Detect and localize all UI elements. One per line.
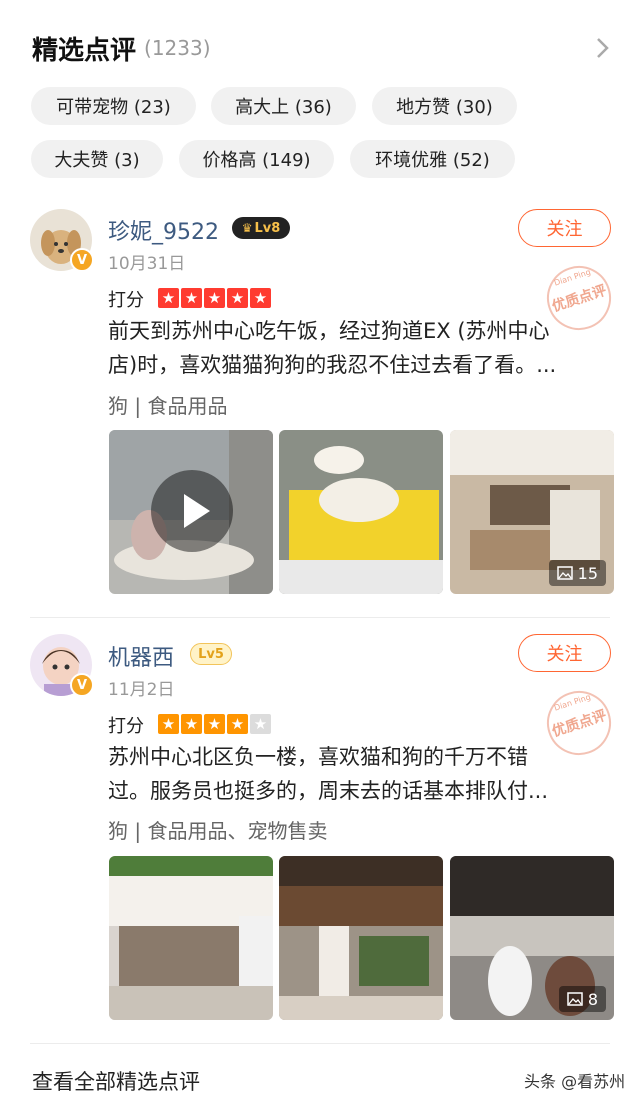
star-empty-icon: ★ (250, 714, 271, 734)
photo-count-badge: 8 (558, 986, 606, 1012)
review-photo[interactable]: 15 (450, 430, 614, 594)
rating-stars: ★ ★ ★ ★ ★ (158, 714, 271, 734)
review-categories: 狗 | 食品用品、宠物售卖 (108, 819, 328, 843)
verified-badge-icon: V (70, 248, 94, 272)
star-icon: ★ (227, 288, 248, 308)
chevron-right-icon[interactable] (588, 34, 616, 62)
star-icon: ★ (181, 714, 202, 734)
tag-nice-place[interactable]: 地方赞 (30) (372, 87, 517, 125)
star-icon: ★ (204, 288, 225, 308)
review-date: 11月2日 (108, 680, 175, 700)
review-content-line: 苏州中心北区负一楼，喜欢猫和狗的千万不错 (108, 745, 528, 769)
score-label: 打分 (108, 290, 144, 311)
username[interactable]: 机器西 (108, 640, 174, 672)
review-photo[interactable] (109, 856, 273, 1020)
level-label: Lv8 (254, 220, 281, 236)
star-icon: ★ (181, 288, 202, 308)
review-content-line: 前天到苏州中心吃午饭，经过狗道EX (苏州中心 (108, 319, 550, 343)
review-categories: 狗 | 食品用品 (108, 394, 228, 418)
level-badge: ♛ Lv8 (232, 217, 290, 239)
review-content[interactable]: 前天到苏州中心吃午饭，经过狗道EX (苏州中心 店)时，喜欢猫猫狗狗的我忍不住过… (108, 314, 613, 382)
tag-upscale[interactable]: 高大上 (36) (211, 87, 356, 125)
review-date: 10月31日 (108, 254, 186, 274)
divider (30, 1043, 610, 1044)
review-photo[interactable] (279, 856, 443, 1020)
tag-pets-allowed[interactable]: 可带宠物 (23) (31, 87, 196, 125)
review-content[interactable]: 苏州中心北区负一楼，喜欢猫和狗的千万不错 过。服务员也挺多的，周末去的话基本排队… (108, 740, 613, 808)
crown-icon: ♛ (241, 221, 253, 235)
review-photo[interactable] (279, 430, 443, 594)
review-photo[interactable]: 8 (450, 856, 614, 1020)
verified-badge-icon: V (70, 673, 94, 697)
image-icon (556, 566, 573, 580)
level-label: Lv5 (198, 646, 224, 662)
follow-button[interactable]: 关注 (518, 209, 611, 247)
review-content-line: 过。服务员也挺多的，周末去的话基本排队付... (108, 779, 549, 803)
section-title: 精选点评 (32, 35, 137, 66)
review-count: (1233) (144, 36, 211, 60)
level-badge: Lv5 (190, 643, 232, 665)
image-icon (567, 992, 583, 1006)
photo-count-badge: 15 (548, 560, 606, 586)
play-icon[interactable] (151, 470, 233, 552)
tag-elegant-env[interactable]: 环境优雅 (52) (350, 140, 515, 178)
star-icon: ★ (158, 288, 179, 308)
star-icon: ★ (158, 714, 179, 734)
photo-count: 8 (587, 989, 598, 1009)
divider (30, 617, 610, 618)
username[interactable]: 珍妮_9522 (108, 214, 219, 246)
rating-stars: ★ ★ ★ ★ ★ (158, 288, 271, 308)
section-header[interactable]: 精选点评 (1233) (32, 28, 616, 68)
score-label: 打分 (108, 716, 144, 737)
view-all-reviews-link[interactable]: 查看全部精选点评 (32, 1066, 200, 1096)
tag-doctor-praise[interactable]: 大夫赞 (3) (31, 140, 163, 178)
star-icon: ★ (250, 288, 271, 308)
follow-button[interactable]: 关注 (518, 634, 611, 672)
watermark: 头条 @看苏州 (524, 1072, 626, 1091)
tag-high-price[interactable]: 价格高 (149) (179, 140, 334, 178)
star-icon: ★ (204, 714, 225, 734)
review-content-line: 店)时，喜欢猫猫狗狗的我忍不住过去看了看。... (108, 353, 557, 377)
photo-count: 15 (577, 563, 598, 583)
review-video-thumbnail[interactable] (109, 430, 273, 594)
star-icon: ★ (227, 714, 248, 734)
